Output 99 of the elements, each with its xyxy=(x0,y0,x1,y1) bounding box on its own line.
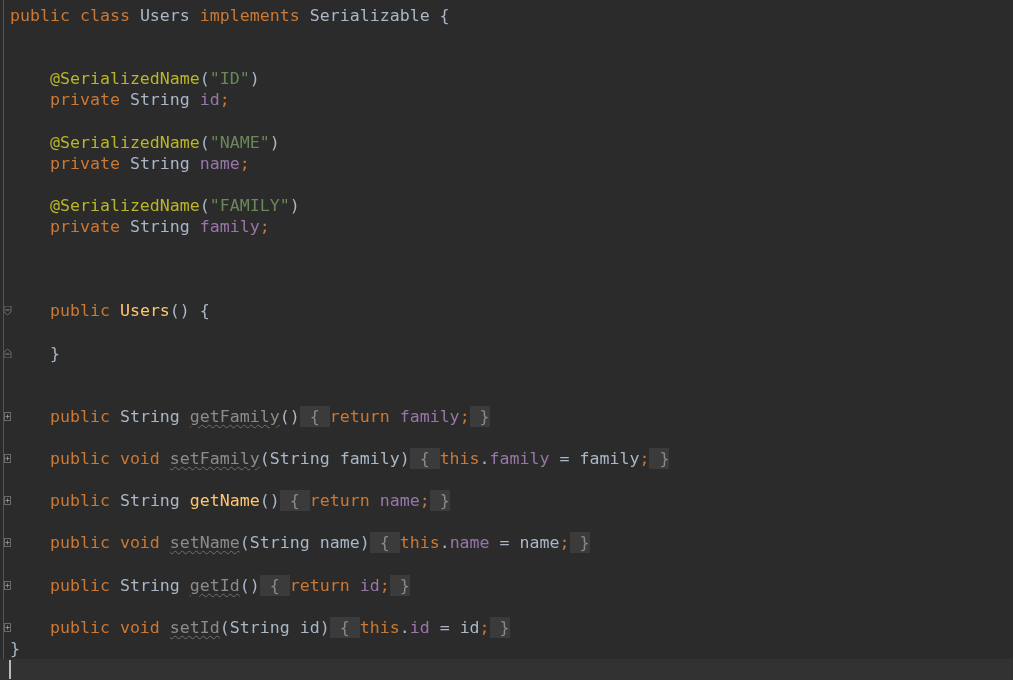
keyword: private xyxy=(48,216,121,237)
code-text: (String family) xyxy=(259,448,410,469)
folded-code[interactable]: } xyxy=(569,532,590,554)
keyword: this xyxy=(399,532,440,554)
fold-icon[interactable] xyxy=(4,347,12,358)
code-text: } xyxy=(48,342,60,364)
code-text: Serializable { xyxy=(309,5,450,27)
keyword: public class xyxy=(10,5,131,27)
keyword: ; xyxy=(419,490,430,512)
unused-method-name: getId xyxy=(189,574,240,596)
folded-code[interactable]: { xyxy=(299,405,330,427)
folded-code[interactable]: } xyxy=(469,405,490,427)
code-text: String xyxy=(129,89,191,111)
code-text: () xyxy=(239,574,260,596)
keyword: ; xyxy=(459,405,470,427)
code-text: ( xyxy=(199,68,210,90)
unused-method-name: getFamily xyxy=(189,405,280,427)
field-name: name xyxy=(199,152,240,174)
folded-code[interactable]: } xyxy=(389,574,410,596)
folded-code[interactable]: } xyxy=(649,448,670,469)
keyword: public xyxy=(48,405,111,427)
keyword: public void xyxy=(48,448,161,469)
keyword: public xyxy=(48,574,111,596)
field-name: family xyxy=(399,405,460,427)
code-text: () xyxy=(259,490,280,512)
string-literal: "ID" xyxy=(209,68,250,90)
folded-code[interactable]: } xyxy=(489,616,510,638)
code-text: ) xyxy=(289,194,300,216)
keyword: ; xyxy=(559,532,570,554)
expand-icon[interactable] xyxy=(4,411,12,421)
code-text: ) xyxy=(249,68,260,90)
code-text: ( xyxy=(199,131,210,153)
code-text: (String name) xyxy=(239,532,370,554)
field-name: name xyxy=(449,532,490,554)
code-text: = name xyxy=(498,532,560,554)
field-name: family xyxy=(199,216,260,237)
folded-code[interactable]: { xyxy=(259,574,290,596)
keyword: ; xyxy=(219,89,230,111)
method-name: Users xyxy=(119,300,170,322)
folded-code[interactable]: { xyxy=(369,532,400,554)
annotation: @SerializedName xyxy=(48,194,200,216)
code-text: String xyxy=(119,405,181,427)
folded-code[interactable]: { xyxy=(329,616,360,638)
code-text: () xyxy=(279,405,300,427)
code-text: String xyxy=(119,574,181,596)
method-name: getName xyxy=(189,490,260,512)
field-name: id xyxy=(409,616,430,638)
annotation: @SerializedName xyxy=(48,131,200,153)
keyword: ; xyxy=(239,152,250,174)
expand-icon[interactable] xyxy=(4,580,12,590)
keyword: private xyxy=(48,152,121,174)
keyword: implements xyxy=(199,5,301,27)
keyword: return xyxy=(329,405,391,427)
text-cursor xyxy=(9,659,11,679)
code-text: ) xyxy=(269,131,280,153)
expand-icon[interactable] xyxy=(4,496,12,506)
keyword: private xyxy=(48,89,121,111)
keyword: ; xyxy=(259,216,270,237)
code-text: String xyxy=(129,152,191,174)
code-text: ( xyxy=(199,194,210,216)
field-name: id xyxy=(359,574,380,596)
keyword: public void xyxy=(48,616,161,638)
code-text: . xyxy=(439,532,450,554)
code-text: = family xyxy=(558,448,640,469)
expand-icon[interactable] xyxy=(4,622,12,632)
code-text: (String id) xyxy=(219,616,330,638)
expand-icon[interactable] xyxy=(4,453,12,463)
code-text: . xyxy=(479,448,490,469)
keyword: ; xyxy=(639,448,650,469)
code-text: . xyxy=(399,616,410,638)
field-name: family xyxy=(489,448,550,469)
fold-icon[interactable] xyxy=(4,306,12,317)
folded-code[interactable]: { xyxy=(409,448,440,469)
code-text: Users xyxy=(139,5,191,27)
unused-method-name: setFamily xyxy=(169,448,260,469)
expand-icon[interactable] xyxy=(4,538,12,548)
string-literal: "FAMILY" xyxy=(209,194,290,216)
keyword: return xyxy=(309,490,371,512)
field-name: name xyxy=(379,490,420,512)
string-literal: "NAME" xyxy=(209,131,270,153)
keyword: return xyxy=(289,574,351,596)
code-text: String xyxy=(119,490,181,512)
keyword: this xyxy=(359,616,400,638)
keyword: public xyxy=(48,490,111,512)
keyword: this xyxy=(439,448,480,469)
keyword: public xyxy=(48,300,111,322)
annotation: @SerializedName xyxy=(48,68,200,90)
code-text: = id xyxy=(438,616,480,638)
keyword: public void xyxy=(48,532,161,554)
unused-method-name: setId xyxy=(169,616,220,638)
keyword: ; xyxy=(479,616,490,638)
folded-code[interactable]: { xyxy=(279,490,310,512)
keyword: ; xyxy=(379,574,390,596)
code-text: String xyxy=(129,216,191,237)
code-text: } xyxy=(10,637,20,659)
unused-method-name: setName xyxy=(169,532,240,554)
folded-code[interactable]: } xyxy=(429,490,450,512)
code-text: () { xyxy=(169,300,210,322)
field-name: id xyxy=(199,89,220,111)
